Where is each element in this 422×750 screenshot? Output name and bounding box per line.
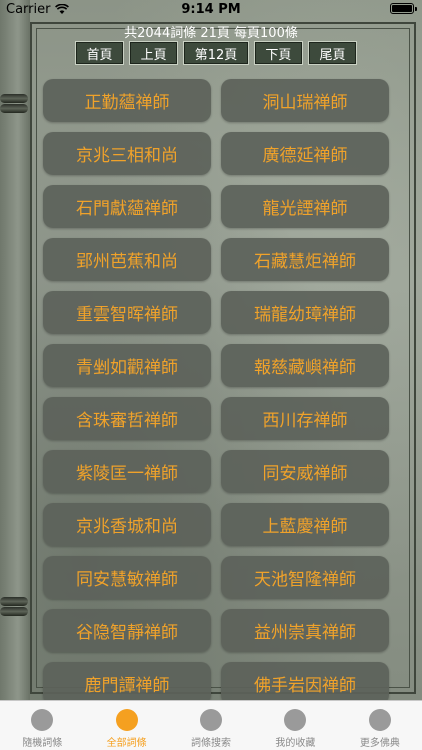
favorites-icon [284,709,307,731]
entry-button[interactable]: 京兆三相和尚 [43,132,211,175]
tab-label: 全部詞條 [106,738,147,749]
status-bar: Carrier 9:14 PM [0,0,422,20]
next-page-button[interactable]: 下頁 [253,41,303,65]
tab-label: 詞條搜索 [191,738,232,749]
entry-button[interactable]: 佛手岩因禅師 [221,662,389,705]
entry-button[interactable]: 廣德延禅師 [221,132,389,175]
entry-button[interactable]: 天池智隆禅師 [221,556,389,599]
entry-button[interactable]: 青剉如觀禅師 [43,344,211,387]
entry-button[interactable]: 郢州芭蕉和尚 [43,238,211,281]
entry-button[interactable]: 紫陵匡一禅師 [43,450,211,493]
entry-button[interactable]: 上藍慶禅師 [221,503,389,546]
tab-favorites[interactable]: 我的收藏 [253,701,337,750]
tab-search[interactable]: 詞條搜索 [169,701,253,750]
entry-button[interactable]: 瑞龍幼璋禅師 [221,291,389,334]
search-icon [200,709,223,731]
entry-button[interactable]: 鹿門譚禅師 [43,662,211,705]
tab-bar: 隨機詞條 全部詞條 詞條搜索 我的收藏 更多佛典 [0,700,422,750]
entries-summary: 共2044詞條 21頁 每頁100條 [124,26,298,41]
more-icon [368,709,391,731]
entry-button[interactable]: 益州崇真禅師 [221,609,389,652]
tab-label: 我的收藏 [275,738,316,749]
tab-label: 更多佛典 [359,738,400,749]
last-page-button[interactable]: 尾頁 [307,41,358,65]
entry-button[interactable]: 同安威禅師 [221,450,389,493]
battery-icon [390,3,417,14]
entry-button[interactable]: 西川存禅師 [221,397,389,440]
all-entries-icon [115,709,138,731]
entry-button[interactable]: 重雲智晖禅師 [43,291,211,334]
entry-button[interactable]: 含珠審哲禅師 [43,397,211,440]
binding-ring [0,104,28,113]
entry-button[interactable]: 石藏慧炬禅師 [221,238,389,281]
entry-button[interactable]: 谷隐智靜禅師 [43,609,211,652]
entry-button[interactable]: 同安慧敏禅師 [43,556,211,599]
status-time: 9:14 PM [181,2,241,17]
random-icon [31,709,54,731]
entry-button[interactable]: 龍光諲禅師 [221,185,389,228]
tab-more[interactable]: 更多佛典 [338,701,422,750]
entry-button[interactable]: 洞山瑞禅師 [221,79,389,122]
entry-button[interactable]: 正勤蘊禅師 [43,79,211,122]
entry-button[interactable]: 京兆香城和尚 [43,503,211,546]
binding-ring [0,94,28,103]
tab-all-entries[interactable]: 全部詞條 [84,701,168,750]
binding-ring [0,597,28,606]
entry-button[interactable]: 報慈藏嶼禅師 [221,344,389,387]
tab-random[interactable]: 隨機詞條 [0,701,84,750]
first-page-button[interactable]: 首頁 [75,41,125,65]
entry-button[interactable]: 石門獻蘊禅師 [43,185,211,228]
pagination-bar: 首頁 上頁 第12頁 下頁 尾頁 [75,41,358,65]
tab-label: 隨機詞條 [22,738,63,749]
prev-page-button[interactable]: 上頁 [129,41,179,65]
binding-ring [0,607,28,616]
current-page-indicator[interactable]: 第12頁 [183,41,249,65]
entry-grid: 正勤蘊禅師 洞山瑞禅師 京兆三相和尚 廣德延禅師 石門獻蘊禅師 龍光諲禅師 郢州… [43,79,389,705]
